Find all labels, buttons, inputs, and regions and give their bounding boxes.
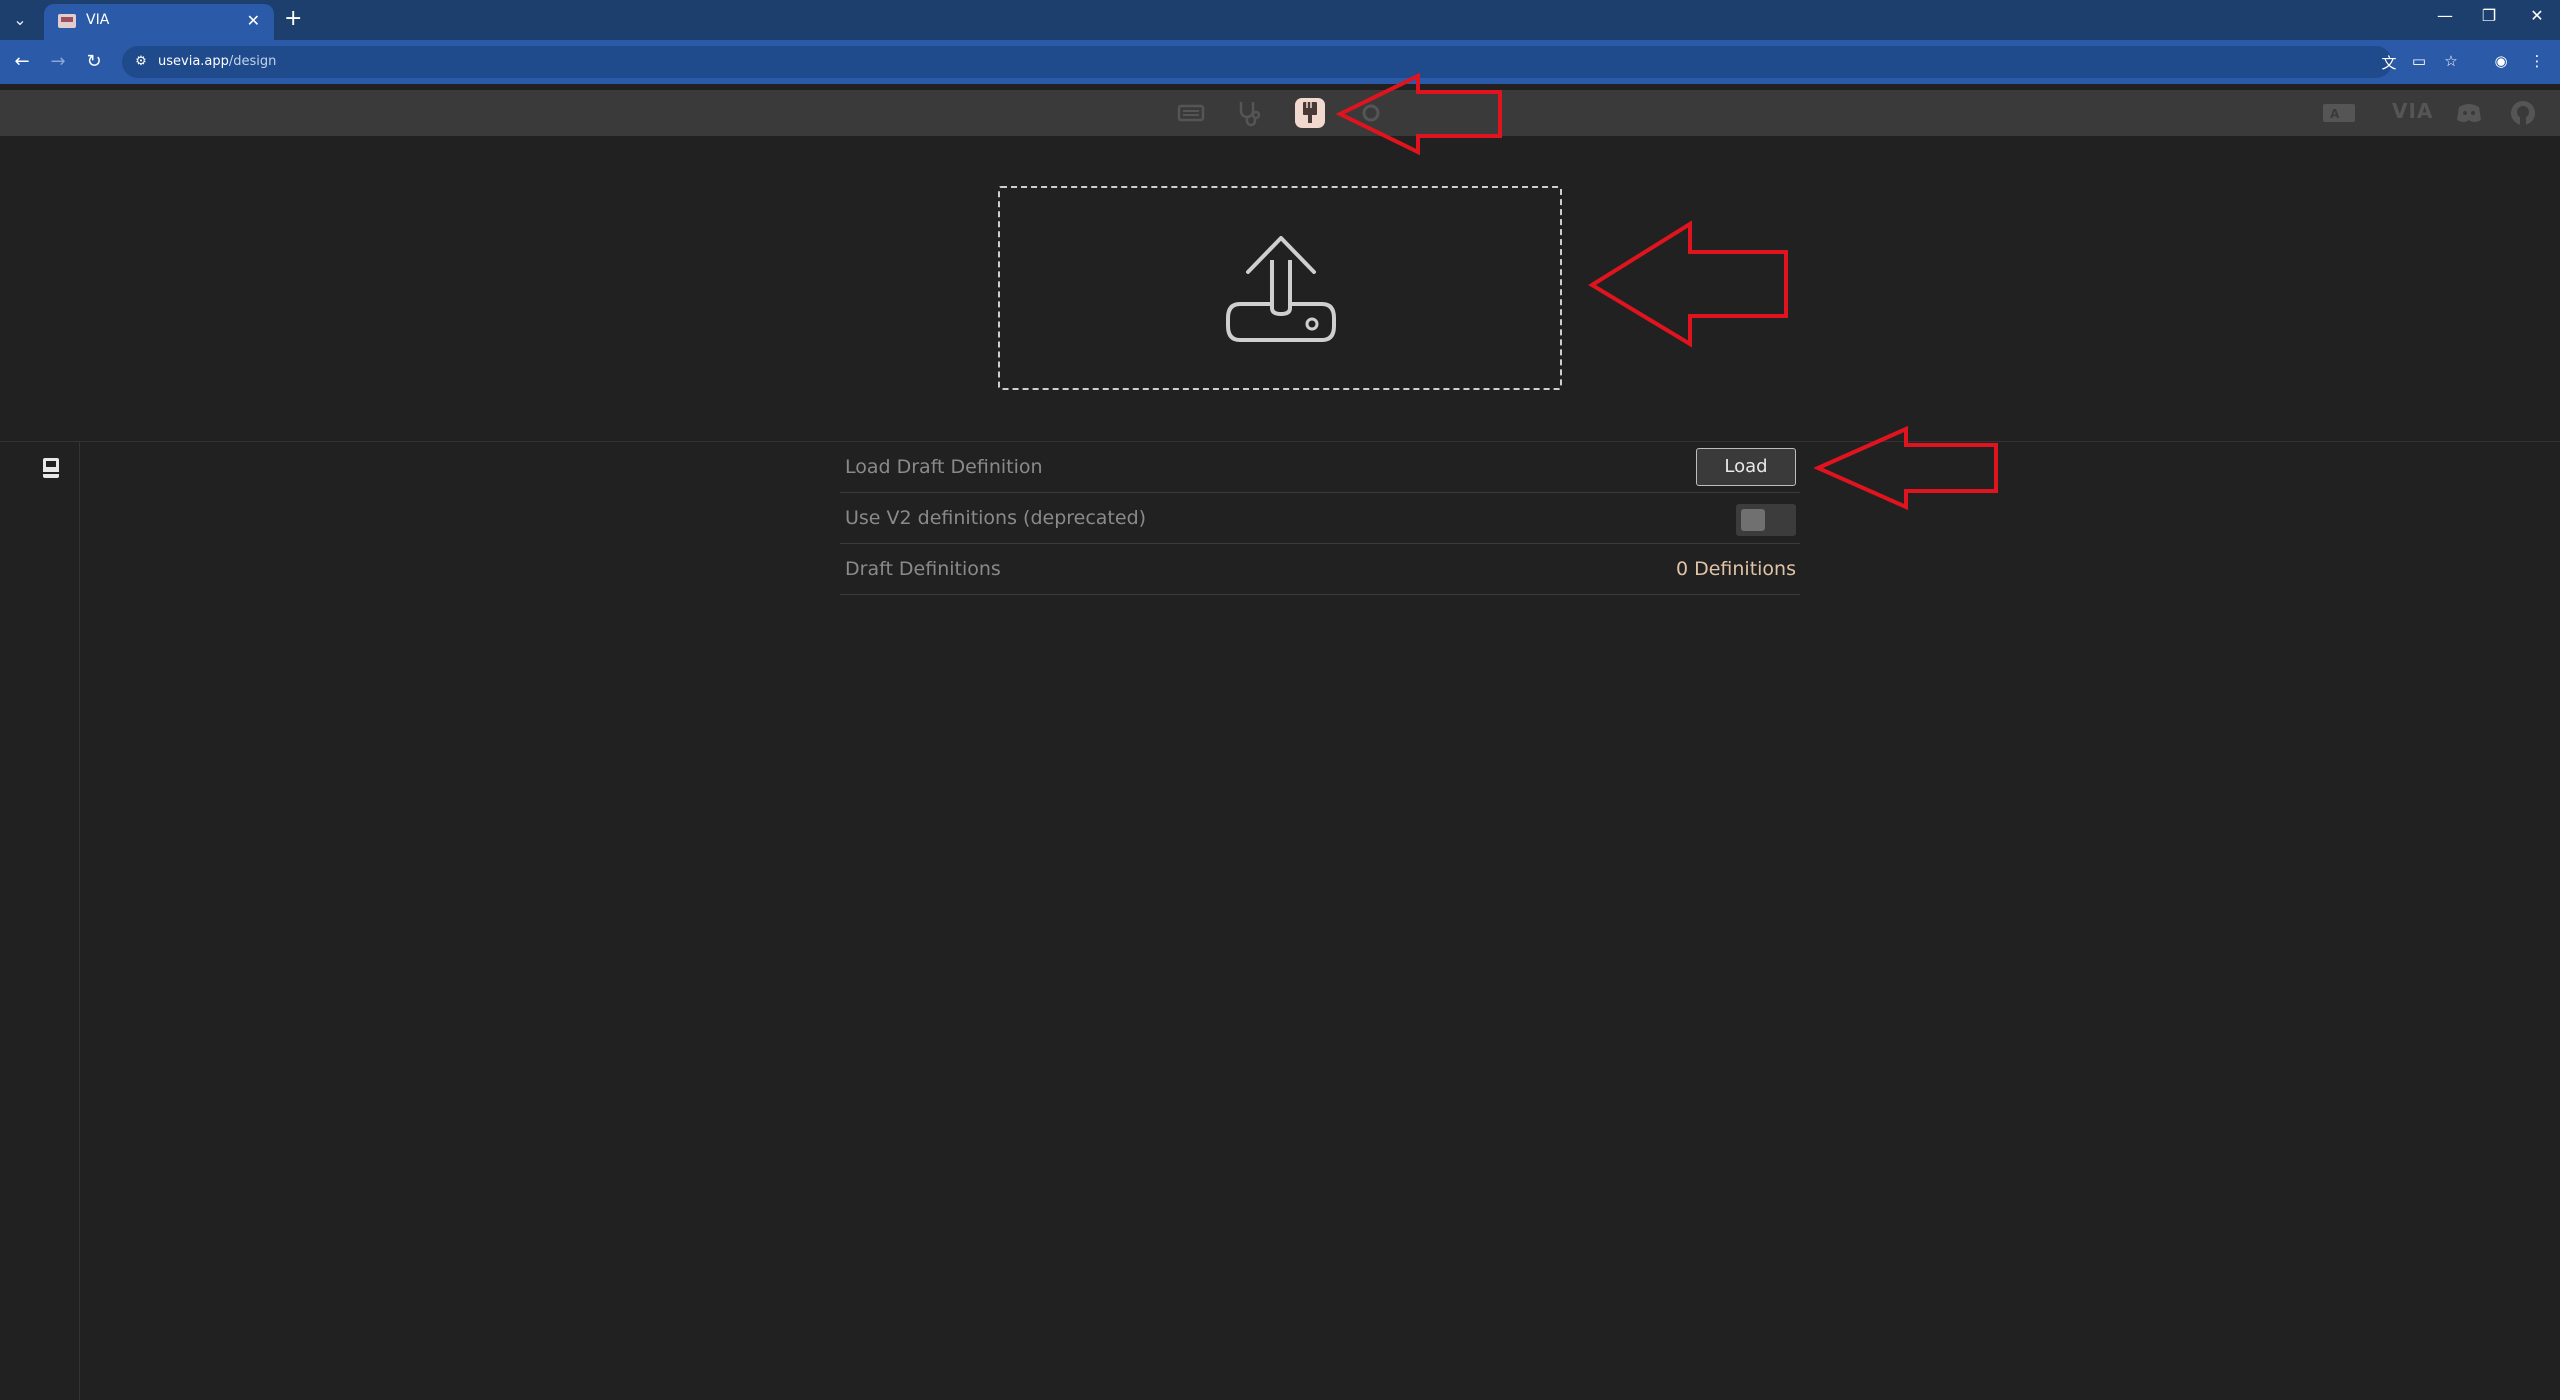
left-sidebar [0,442,80,1400]
load-button[interactable]: Load [1696,448,1796,486]
forward-icon[interactable]: → [46,50,70,74]
definition-drop-zone[interactable] [998,186,1562,390]
tab-title: VIA [86,12,110,28]
new-tab-icon[interactable]: + [284,6,302,31]
browser-toolbar: ← → ↻ ⚙ usevia.app/design 文 ▭ ☆ ◉ ⋮ [0,40,2560,84]
github-icon[interactable] [2508,98,2538,128]
restore-icon[interactable]: ❐ [2474,6,2504,25]
profile-icon[interactable]: ◉ [2490,52,2512,70]
bookmark-star-icon[interactable]: ☆ [2440,52,2462,70]
use-v2-row: Use V2 definitions (deprecated) [840,493,1800,544]
close-window-icon[interactable]: ✕ [2522,6,2552,25]
more-menu-icon[interactable]: ⋮ [2526,52,2548,70]
stethoscope-icon[interactable] [1234,98,1264,128]
tab-close-icon[interactable]: ✕ [247,11,260,30]
translate-icon[interactable]: A [2322,98,2356,128]
annotation-arrow-icon [1814,425,1998,511]
svg-text:A: A [2330,107,2340,121]
browser-tab-bar: ⌄ VIA ✕ + — ❐ ✕ [0,0,2560,40]
load-draft-row: Load Draft Definition Load [840,442,1800,493]
address-bar[interactable]: ⚙ usevia.app/design 文 [122,46,2397,78]
via-favicon-icon [58,14,76,28]
toggle-knob [1741,509,1765,531]
paintbrush-icon[interactable] [1295,98,1325,128]
browser-tab[interactable]: VIA ✕ [44,4,274,40]
minimize-icon[interactable]: — [2430,6,2460,25]
cast-icon[interactable]: ▭ [2408,52,2430,70]
draft-definitions-label: Draft Definitions [845,558,1001,580]
site-info-icon[interactable]: ⚙ [132,53,150,71]
keyboard-icon[interactable] [1176,98,1206,128]
book-icon[interactable] [42,457,60,479]
load-draft-label: Load Draft Definition [845,456,1043,478]
url-path: /design [228,54,277,69]
use-v2-toggle[interactable] [1736,504,1796,536]
draft-definitions-row: Draft Definitions 0 Definitions [840,544,1800,595]
design-settings-panel: Load Draft Definition Load Use V2 defini… [840,442,1800,595]
tab-search-icon[interactable]: ⌄ [8,8,32,32]
annotation-arrow-icon [1588,220,1788,348]
draft-definitions-count: 0 Definitions [1675,558,1796,580]
use-v2-label: Use V2 definitions (deprecated) [845,507,1147,529]
upload-icon [1226,236,1336,342]
app-header: A VIA [0,90,2560,136]
annotation-arrow-icon [1336,72,1502,156]
translate-page-icon[interactable]: 文 [2378,52,2400,73]
back-icon[interactable]: ← [10,50,34,74]
url-host: usevia.app [158,54,229,69]
url-text[interactable]: usevia.app/design [158,54,276,69]
reload-icon[interactable]: ↻ [82,50,106,74]
discord-icon[interactable] [2454,98,2484,128]
via-logo[interactable]: VIA [2392,99,2433,129]
